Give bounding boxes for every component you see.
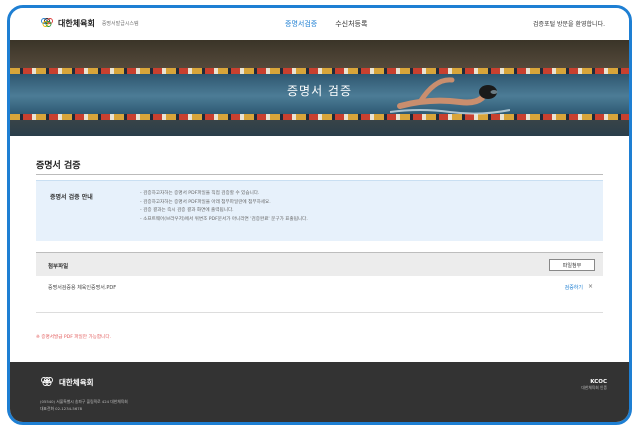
guide-item: - 검증하고자하는 증명서 PDF파일을 직접 검증할 수 있습니다. [140, 191, 260, 196]
guide-box: 증명서 검증 안내 - 검증하고자하는 증명서 PDF파일을 직접 검증할 수 … [36, 180, 603, 241]
guide-label: 증명서 검증 안내 [50, 194, 93, 201]
olympic-rings-icon [41, 18, 53, 27]
hero-banner: 증명서 검증 [10, 40, 629, 136]
lane-rope-bottom [10, 114, 629, 120]
site-footer: 대한체육회 (05540) 서울특별시 송파구 올림픽로 424 대한체육회 대… [10, 362, 629, 422]
olympic-rings-icon [41, 377, 53, 386]
file-type-notice: ※ 증명서발급 PDF 파일만 가능합니다. [36, 335, 112, 340]
welcome-text: 검증포털 방문을 환영합니다. [533, 21, 605, 28]
footer-logo: 대한체육회 [40, 375, 94, 389]
attachment-row: 증명서검증용 체육인증명서.PDF 검증하기 × [36, 276, 603, 313]
guide-item: - 검증 결과는 즉시 검증 결과 화면에 출력됩니다. [140, 208, 234, 213]
main-nav: 증명서검증 수신처등록 [285, 19, 367, 29]
banner-title: 증명서 검증 [286, 84, 352, 98]
footer-address: (05540) 서울특별시 송파구 올림픽로 424 대한체육회 대표전화 02… [40, 398, 128, 412]
site-logo[interactable]: 대한체육회 증명서발급시스템 [40, 16, 139, 30]
site-header: 대한체육회 증명서발급시스템 증명서검증 수신처등록 검증포털 방문을 환영합니… [10, 8, 629, 41]
nav-item-verify[interactable]: 증명서검증 [285, 19, 317, 29]
badge-sub: 대한체육회 인증 [581, 385, 607, 390]
app-window: 대한체육회 증명서발급시스템 증명서검증 수신처등록 검증포털 방문을 환영합니… [7, 5, 632, 425]
page-title: 증명서 검증 [36, 161, 81, 171]
footer-name: 대한체육회 [59, 377, 94, 387]
attachment-section: 첨부파일 파일첨부 증명서검증용 체육인증명서.PDF 검증하기 × [36, 252, 603, 324]
file-name: 증명서검증용 체육인증명서.PDF [48, 285, 117, 291]
logo-name: 대한체육회 [58, 18, 95, 28]
attachment-header: 첨부파일 파일첨부 [36, 252, 603, 277]
guide-item: - 소프트웨어(브라우저)에서 위변조 PDF문서가 아니라면 '검증완료' 문… [140, 216, 308, 222]
nav-item-recipient[interactable]: 수신처등록 [335, 19, 367, 29]
footer-address-line: (05540) 서울특별시 송파구 올림픽로 424 대한체육회 [40, 399, 128, 404]
footer-badge: KCOC 대한체육회 인증 [581, 379, 607, 391]
footer-address-line: 대표전화 02-1234-5678 [40, 406, 83, 411]
guide-list: - 검증하고자하는 증명서 PDF파일을 직접 검증할 수 있습니다. - 검증… [140, 190, 308, 224]
logo-subtitle: 증명서발급시스템 [101, 20, 139, 27]
main-content: 증명서 검증 증명서 검증 안내 - 검증하고자하는 증명서 PDF파일을 직접… [10, 136, 629, 362]
verify-file-link[interactable]: 검증하기 [565, 284, 583, 291]
guide-item: - 검증하고자하는 증명서 PDF파일을 아래 첨부파일란에 첨부하세요. [140, 199, 271, 205]
attach-file-button[interactable]: 파일첨부 [549, 259, 595, 271]
attachment-label: 첨부파일 [48, 264, 69, 270]
title-divider [36, 174, 603, 175]
remove-file-icon[interactable]: × [588, 283, 593, 290]
